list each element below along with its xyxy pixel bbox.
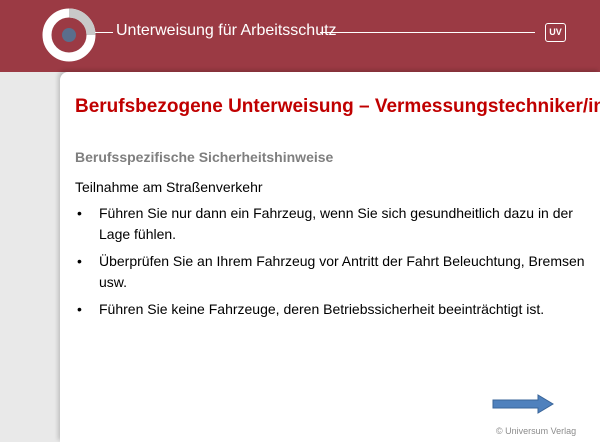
uv-badge-icon: UV — [545, 23, 566, 42]
header-divider-right — [320, 32, 535, 33]
bullet-text: Überprüfen Sie an Ihrem Fahrzeug vor Ant… — [99, 253, 585, 290]
header-bar: Unterweisung für Arbeitsschutz UV — [0, 0, 600, 72]
bullet-icon: • — [77, 253, 82, 269]
left-margin — [0, 72, 60, 442]
bullet-text: Führen Sie keine Fahrzeuge, deren Betrie… — [99, 301, 545, 317]
ring-logo-icon — [42, 8, 96, 62]
slide-title: Berufsbezogene Unterweisung – Vermessung… — [75, 96, 600, 117]
bullet-icon: • — [77, 301, 82, 317]
header-divider-left — [95, 32, 113, 33]
list-item: • Überprüfen Sie an Ihrem Fahrzeug vor A… — [75, 251, 585, 293]
slide-content: Berufsbezogene Unterweisung – Vermessung… — [60, 72, 600, 442]
slide-subtitle: Berufsspezifische Sicherheitshinweise — [75, 149, 334, 165]
copyright-text: © Universum Verlag — [496, 426, 577, 436]
right-arrow-icon[interactable] — [492, 394, 554, 414]
topic-heading: Teilnahme am Straßenverkehr — [75, 179, 263, 195]
list-item: • Führen Sie keine Fahrzeuge, deren Betr… — [75, 299, 585, 320]
bullet-text: Führen Sie nur dann ein Fahrzeug, wenn S… — [99, 205, 573, 242]
bullet-icon: • — [77, 205, 82, 221]
bullet-list: • Führen Sie nur dann ein Fahrzeug, wenn… — [75, 203, 585, 326]
list-item: • Führen Sie nur dann ein Fahrzeug, wenn… — [75, 203, 585, 245]
header-title: Unterweisung für Arbeitsschutz — [116, 22, 337, 39]
